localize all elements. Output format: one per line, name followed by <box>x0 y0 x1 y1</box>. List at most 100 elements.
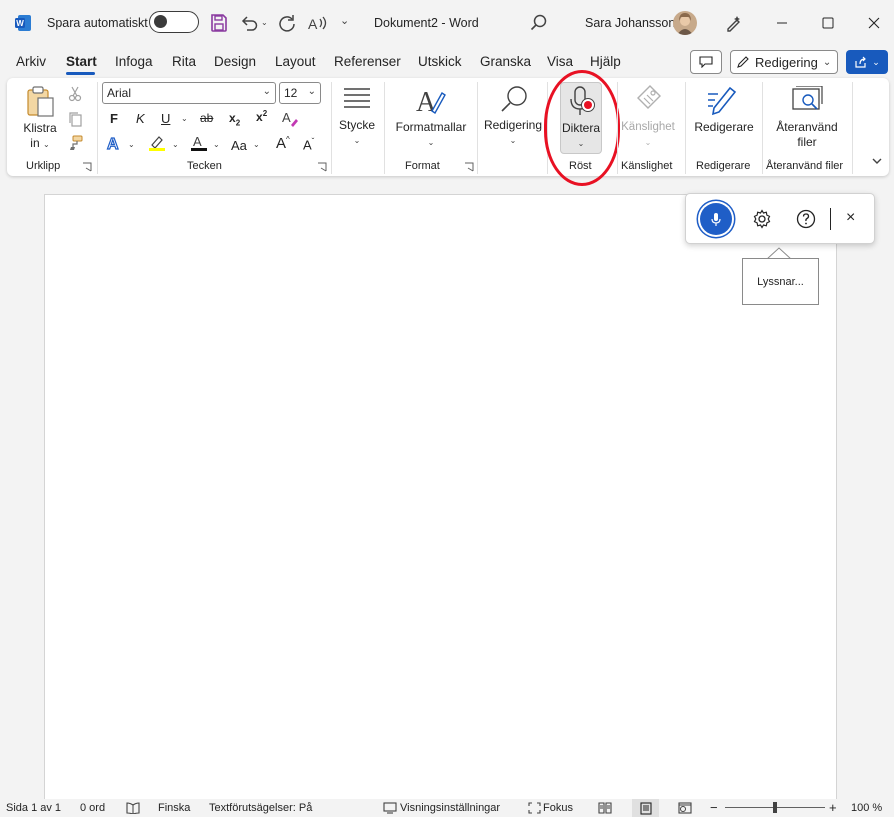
tab-start[interactable]: Start <box>66 54 97 69</box>
customize-toolbar-icon[interactable]: ⌄ <box>340 14 349 27</box>
status-language[interactable]: Finska <box>158 802 190 814</box>
save-icon[interactable] <box>209 13 229 33</box>
styles-button[interactable]: Formatmallar ⌄ <box>393 120 469 150</box>
paste-button[interactable]: Klistra in ⌄ <box>20 121 60 152</box>
reuse-files-button[interactable]: Återanvänd filer <box>768 120 846 150</box>
word-app-icon[interactable]: W <box>14 14 32 32</box>
undo-icon[interactable] <box>239 13 259 33</box>
superscript-button[interactable]: x2 <box>256 109 267 124</box>
subscript-button[interactable]: x2 <box>229 111 240 127</box>
minimize-button[interactable] <box>759 0 805 46</box>
paste-icon[interactable] <box>26 86 56 118</box>
highlight-dropdown-icon[interactable]: ⌄ <box>172 140 179 149</box>
styles-icon[interactable]: A <box>414 85 448 117</box>
font-color-icon[interactable]: A <box>190 134 208 152</box>
tab-referenser[interactable]: Referenser <box>334 54 401 69</box>
strikethrough-button[interactable]: ab <box>200 111 213 125</box>
bold-button[interactable]: F <box>110 111 118 126</box>
styles-launcher-icon[interactable] <box>464 162 474 172</box>
status-predictions[interactable]: Textförutsägelser: På <box>209 802 312 814</box>
display-settings-icon[interactable] <box>383 802 397 814</box>
copy-icon[interactable] <box>66 110 84 128</box>
paragraph-button[interactable]: Stycke ⌄ <box>335 118 379 148</box>
reuse-files-icon[interactable] <box>790 86 824 116</box>
close-window-button[interactable] <box>851 0 894 46</box>
ribbon-collapse-icon[interactable] <box>871 156 883 166</box>
paragraph-icon[interactable] <box>342 86 372 112</box>
clear-formatting-icon[interactable]: A <box>281 109 299 127</box>
document-page[interactable] <box>44 194 837 804</box>
dictation-help-button[interactable] <box>796 209 816 229</box>
status-words[interactable]: 0 ord <box>80 802 105 814</box>
status-page[interactable]: Sida 1 av 1 <box>6 802 61 814</box>
magnifier-icon[interactable] <box>500 84 530 114</box>
pencil-icon <box>737 56 749 68</box>
svg-text:A: A <box>107 136 119 152</box>
read-mode-icon[interactable] <box>598 802 612 814</box>
dictation-close-button[interactable]: × <box>846 209 855 227</box>
font-launcher-icon[interactable] <box>317 162 327 172</box>
editing-mode-button[interactable]: Redigering ⌄ <box>730 50 838 74</box>
maximize-button[interactable] <box>805 0 851 46</box>
change-case-dropdown-icon[interactable]: ⌄ <box>253 140 260 149</box>
cut-icon[interactable] <box>66 85 84 103</box>
dictation-mic-button[interactable] <box>700 203 732 235</box>
text-effects-icon[interactable]: A <box>106 134 124 152</box>
tab-visa[interactable]: Visa <box>547 54 573 69</box>
focus-icon[interactable] <box>528 802 541 814</box>
designer-pen-icon[interactable] <box>724 13 744 33</box>
user-name[interactable]: Sara Johansson <box>585 16 675 30</box>
change-case-button[interactable]: Aa <box>231 138 247 153</box>
tab-design[interactable]: Design <box>214 54 256 69</box>
zoom-out-button[interactable]: − <box>710 800 718 815</box>
autosave-toggle[interactable] <box>149 11 199 33</box>
editing-label: Redigering <box>483 118 543 132</box>
group-label-editor: Redigerare <box>696 160 751 172</box>
tab-hjalp[interactable]: Hjälp <box>590 54 621 69</box>
zoom-in-button[interactable]: + <box>829 800 837 815</box>
editor-button[interactable]: Redigerare <box>690 120 758 135</box>
tab-arkiv[interactable]: Arkiv <box>16 54 46 69</box>
underline-dropdown-icon[interactable]: ⌄ <box>181 114 188 123</box>
search-icon[interactable] <box>529 13 549 33</box>
font-name-select[interactable]: Arial ⌄ <box>102 82 276 104</box>
text-effects-dropdown-icon[interactable]: ⌄ <box>128 140 135 149</box>
tab-utskick[interactable]: Utskick <box>418 54 462 69</box>
tab-infoga[interactable]: Infoga <box>115 54 153 69</box>
format-painter-icon[interactable] <box>66 134 84 152</box>
redo-icon[interactable] <box>277 13 297 33</box>
editing-button[interactable]: Redigering ⌄ <box>482 118 544 148</box>
dictation-settings-button[interactable] <box>752 209 772 229</box>
avatar[interactable] <box>673 11 697 35</box>
undo-dropdown-icon[interactable]: ⌄ <box>261 18 268 27</box>
status-focus[interactable]: Fokus <box>543 802 573 814</box>
zoom-level[interactable]: 100 % <box>851 802 882 814</box>
web-layout-icon[interactable] <box>678 802 692 814</box>
tab-layout[interactable]: Layout <box>275 54 316 69</box>
group-label-sensitivity: Känslighet <box>621 160 673 172</box>
grow-font-button[interactable]: A^ <box>276 135 290 152</box>
proofing-icon[interactable] <box>126 802 140 814</box>
svg-text:A: A <box>282 110 291 125</box>
print-layout-icon[interactable] <box>632 799 659 817</box>
status-display-settings[interactable]: Visningsinställningar <box>400 802 500 814</box>
share-button[interactable]: ⌄ <box>846 50 888 74</box>
read-aloud-icon[interactable]: A <box>307 13 329 33</box>
italic-button[interactable]: K <box>136 111 145 126</box>
highlight-icon[interactable] <box>148 134 166 152</box>
chevron-down-icon: ⌄ <box>822 56 832 68</box>
font-size-value: 12 <box>284 86 298 100</box>
clipboard-launcher-icon[interactable] <box>82 162 92 172</box>
chevron-down-icon: ⌄ <box>307 86 316 97</box>
font-size-select[interactable]: 12 ⌄ <box>279 82 321 104</box>
underline-button[interactable]: U <box>161 111 170 126</box>
comments-button[interactable] <box>690 50 722 74</box>
editor-icon[interactable] <box>706 84 742 116</box>
tab-rita[interactable]: Rita <box>172 54 196 69</box>
zoom-slider-thumb[interactable] <box>773 802 777 813</box>
tab-granska[interactable]: Granska <box>480 54 531 69</box>
font-color-dropdown-icon[interactable]: ⌄ <box>213 140 220 149</box>
chevron-down-icon: ⌄ <box>353 136 361 145</box>
shrink-font-button[interactable]: Aˇ <box>303 137 314 152</box>
highlight-circle <box>544 70 620 186</box>
